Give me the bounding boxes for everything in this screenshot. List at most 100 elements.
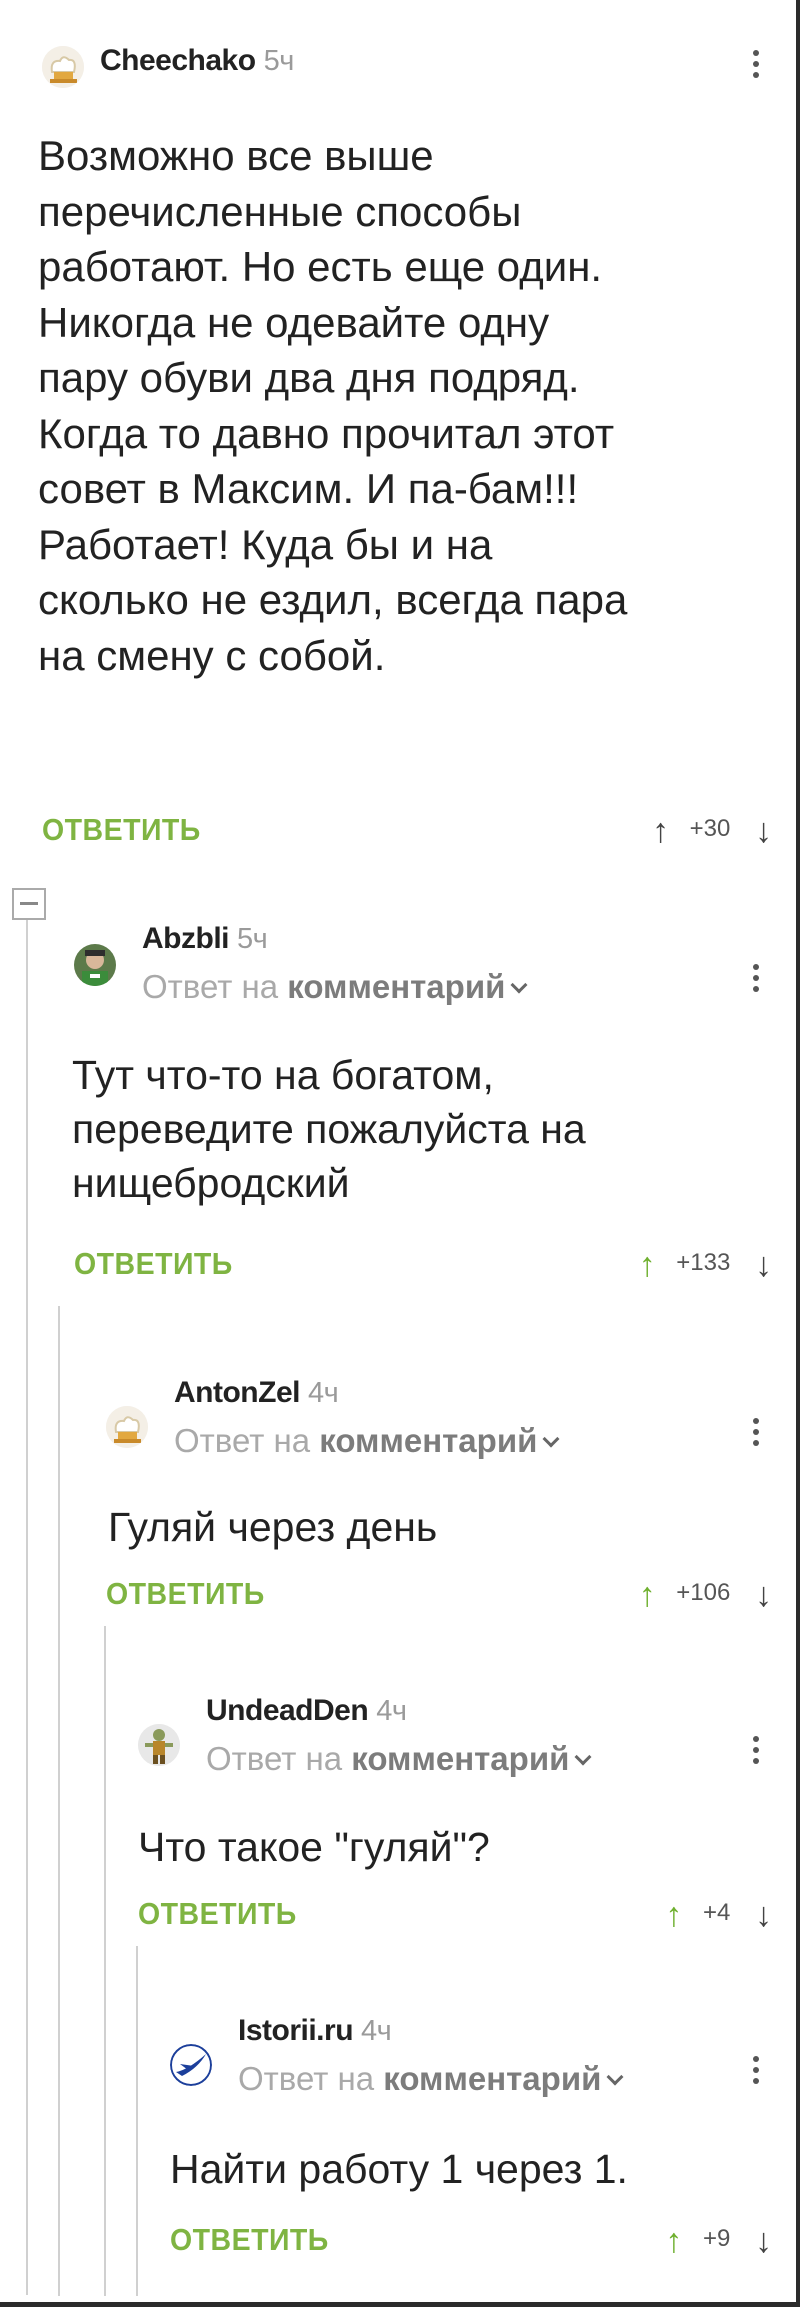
kebab-menu-icon[interactable] (752, 1418, 760, 1454)
comment-actions: ОТВЕТИТЬ ↑ +133 ↓ (74, 1246, 772, 1290)
comment-text-line: Гуляй через день (108, 1504, 438, 1550)
comment-abzbli: Abzbli 5ч Ответ на комментарий Тут что-то… (72, 916, 772, 1316)
reply-button[interactable]: ОТВЕТИТЬ (138, 1896, 297, 1932)
reply-button[interactable]: ОТВЕТИТЬ (42, 812, 201, 848)
comment-text-line: совет в Максим. И па-бам!!! (38, 465, 579, 512)
reply-to-target[interactable]: комментарий (319, 1422, 537, 1459)
vote-controls: ↑ +30 ↓ (652, 812, 772, 856)
comment-actions: ОТВЕТИТЬ ↑ +9 ↓ (170, 2222, 772, 2266)
comment-text-line: Работает! Куда бы и на (38, 520, 493, 568)
author-name[interactable]: Cheechako 5ч (100, 44, 294, 78)
comment-text: Гуляй через день (108, 1500, 768, 1554)
kebab-menu-icon[interactable] (752, 2056, 760, 2092)
comment-time: 4ч (376, 1695, 407, 1727)
author-name-text[interactable]: AntonZel (174, 1376, 300, 1409)
author-name[interactable]: Istorii.ru 4ч (238, 2014, 392, 2048)
author-name[interactable]: UndeadDen 4ч (206, 1694, 407, 1728)
comment-text-line: нищебродский (72, 1160, 350, 1206)
reply-to-prefix: Ответ на (142, 968, 279, 1005)
rating-count: +30 (689, 815, 731, 842)
comment-antonzel: AntonZel 4ч Ответ на комментарий Гуляй че… (106, 1372, 772, 1642)
comment-text: Возможно все выше перечисленные способы … (38, 128, 778, 683)
reply-button[interactable]: ОТВЕТИТЬ (106, 1576, 265, 1612)
kebab-menu-icon[interactable] (752, 964, 760, 1000)
chef-hat-avatar[interactable] (106, 1406, 148, 1448)
downvote-arrow-icon[interactable]: ↓ (755, 2222, 772, 2261)
comment-header: Abzbli 5ч Ответ на комментарий (74, 916, 772, 1005)
comment-text-line: сколько не ездил, всегда пара (38, 576, 628, 623)
reply-to-target[interactable]: комментарий (287, 968, 505, 1005)
rating-count: +106 (676, 1579, 731, 1606)
reply-button[interactable]: ОТВЕТИТЬ (74, 1246, 233, 1282)
downvote-arrow-icon[interactable]: ↓ (755, 1896, 772, 1935)
author-name[interactable]: AntonZel 4ч (174, 1376, 339, 1410)
author-name[interactable]: Abzbli 5ч (142, 922, 268, 956)
author-name-text[interactable]: Cheechako (100, 44, 256, 77)
person-photo-avatar[interactable] (74, 944, 116, 986)
author-name-text[interactable]: UndeadDen (206, 1694, 369, 1727)
comment-istorii: Istorii.ru 4ч Ответ на комментарий Найти … (170, 2010, 772, 2280)
downvote-arrow-icon[interactable]: ↓ (755, 1246, 772, 1285)
reply-to-target[interactable]: комментарий (383, 2060, 601, 2097)
comment-actions: ОТВЕТИТЬ ↑ +106 ↓ (106, 1576, 772, 1620)
vote-controls: ↑ +133 ↓ (639, 1246, 772, 1290)
thread-line-level-3[interactable] (104, 1626, 106, 2296)
reply-to-prefix: Ответ на (238, 2060, 375, 2097)
comment-text-line: перечисленные способы (38, 187, 522, 235)
downvote-arrow-icon[interactable]: ↓ (755, 1576, 772, 1615)
comment-text-line: Найти работу 1 через 1. (170, 2146, 628, 2192)
rating-count: +133 (676, 1249, 731, 1276)
kebab-menu-icon[interactable] (752, 1736, 760, 1772)
collapse-thread-icon[interactable] (12, 888, 46, 920)
thread-line-level-2[interactable] (58, 1306, 60, 2296)
comment-text-line: на смену с собой. (38, 631, 386, 679)
chevron-down-icon[interactable] (574, 1748, 592, 1766)
comment-cheechako: Cheechako 5ч Возможно все выше перечислен… (38, 36, 772, 856)
comment-text-line: Что такое "гуляй"? (138, 1824, 490, 1870)
upvote-arrow-icon[interactable]: ↑ (652, 812, 669, 851)
reply-to-link[interactable]: Ответ на комментарий (142, 968, 528, 1006)
comment-text-line: переведите пожалуйста на (72, 1106, 586, 1152)
chevron-down-icon[interactable] (542, 1430, 560, 1448)
reply-button[interactable]: ОТВЕТИТЬ (170, 2222, 329, 2258)
comment-header: UndeadDen 4ч Ответ на комментарий (138, 1690, 772, 1777)
author-name-text[interactable]: Abzbli (142, 922, 230, 955)
upvote-arrow-icon[interactable]: ↑ (665, 1896, 682, 1935)
thread-line-level-1[interactable] (26, 895, 28, 2295)
comment-actions: ОТВЕТИТЬ ↑ +4 ↓ (138, 1896, 772, 1940)
chevron-down-icon[interactable] (510, 976, 528, 994)
blue-plane-logo-avatar[interactable] (170, 2044, 212, 2086)
rating-count: +4 (702, 1899, 731, 1926)
upvote-arrow-icon[interactable]: ↑ (665, 2222, 682, 2261)
reply-to-link[interactable]: Ответ на комментарий (238, 2060, 624, 2098)
comment-text: Что такое "гуляй"? (138, 1820, 768, 1874)
upvote-arrow-icon[interactable]: ↑ (639, 1246, 656, 1285)
upvote-arrow-icon[interactable]: ↑ (639, 1576, 656, 1615)
reply-to-link[interactable]: Ответ на комментарий (174, 1422, 560, 1460)
downvote-arrow-icon[interactable]: ↓ (755, 812, 772, 851)
comment-undeadden: UndeadDen 4ч Ответ на комментарий Что так… (138, 1690, 772, 1960)
reply-to-target[interactable]: комментарий (351, 1740, 569, 1777)
kebab-menu-icon[interactable] (752, 50, 760, 86)
vote-controls: ↑ +9 ↓ (665, 2222, 772, 2266)
comment-text-line: Тут что-то на богатом, (72, 1052, 494, 1098)
comment-time: 5ч (263, 45, 295, 77)
comment-time: 5ч (237, 923, 268, 955)
thread-line-level-4[interactable] (136, 1946, 138, 2296)
comment-text-line: пару обуви два дня подряд. (38, 354, 580, 401)
zombie-figure-avatar[interactable] (138, 1724, 180, 1766)
vote-controls: ↑ +4 ↓ (665, 1896, 772, 1940)
comment-text: Найти работу 1 через 1. (170, 2142, 770, 2196)
reply-to-prefix: Ответ на (206, 1740, 343, 1777)
comment-time: 4ч (361, 2015, 392, 2047)
comment-header: Istorii.ru 4ч Ответ на комментарий (170, 2010, 772, 2097)
author-name-text[interactable]: Istorii.ru (238, 2014, 354, 2047)
comment-text-line: Никогда не одевайте одну (38, 298, 550, 346)
comment-text: Тут что-то на богатом, переведите пожалу… (72, 1048, 772, 1210)
reply-to-link[interactable]: Ответ на комментарий (206, 1740, 592, 1778)
comment-text-line: Возможно все выше (38, 132, 434, 179)
chef-hat-avatar[interactable] (42, 46, 84, 88)
vote-controls: ↑ +106 ↓ (639, 1576, 772, 1620)
chevron-down-icon[interactable] (606, 2068, 624, 2086)
comment-actions: ОТВЕТИТЬ ↑ +30 ↓ (42, 812, 772, 856)
